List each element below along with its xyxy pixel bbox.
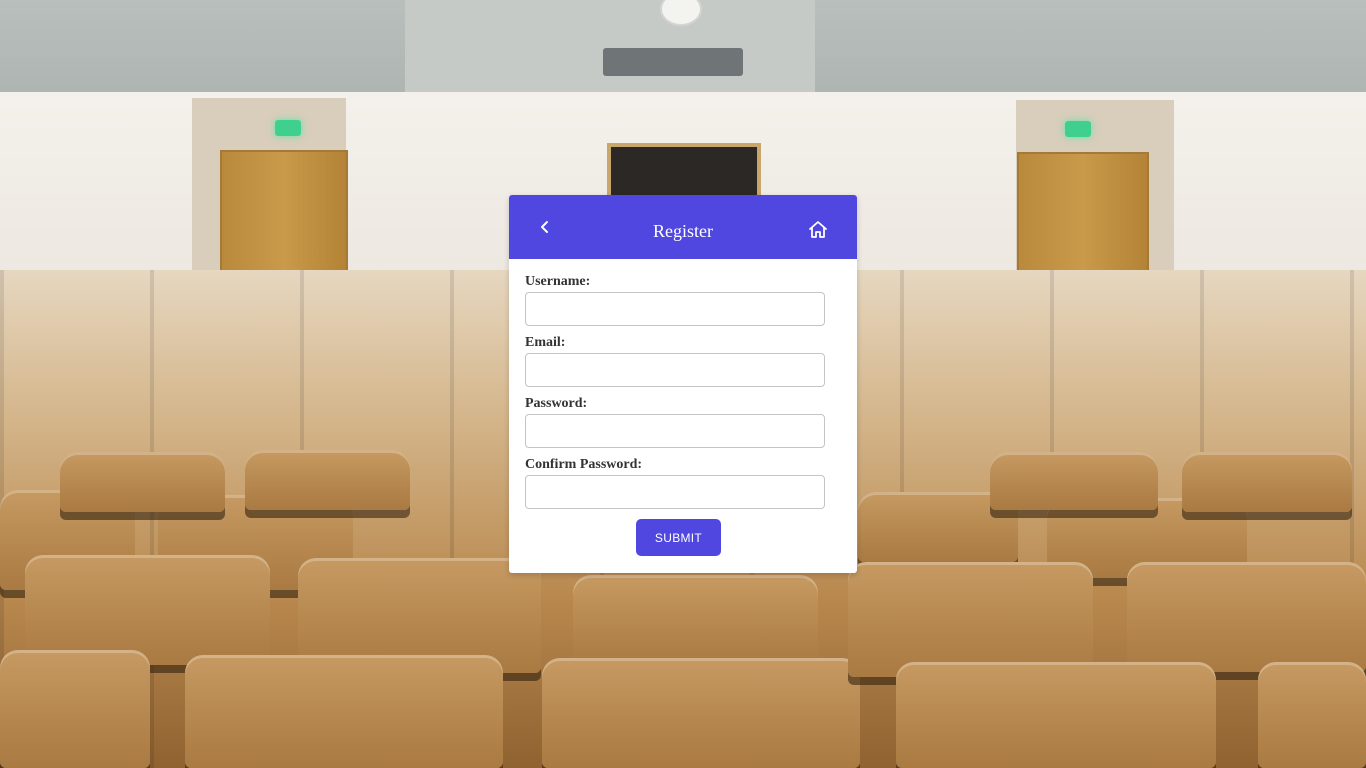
- username-label: Username:: [525, 274, 591, 289]
- home-icon: [809, 221, 827, 238]
- register-card: Register Username: Email: Password: Conf…: [509, 195, 857, 573]
- confirm-password-label: Confirm Password:: [525, 457, 643, 472]
- email-label: Email:: [525, 335, 566, 350]
- seat: [60, 452, 225, 512]
- confirm-password-input[interactable]: [525, 475, 825, 509]
- username-input[interactable]: [525, 292, 825, 326]
- password-label: Password:: [525, 396, 588, 411]
- left-exit-sign: [275, 120, 301, 136]
- seat: [573, 575, 818, 665]
- confirm-password-field-group: Confirm Password:: [525, 456, 825, 517]
- username-field-group: Username:: [525, 273, 825, 334]
- email-field-group: Email:: [525, 334, 825, 395]
- ceiling-panel: [405, 0, 815, 92]
- seat: [245, 450, 410, 510]
- seat: [1182, 452, 1352, 512]
- email-input[interactable]: [525, 353, 825, 387]
- card-header: Register: [509, 195, 857, 259]
- seat: [990, 452, 1158, 510]
- right-exit-sign: [1065, 121, 1091, 137]
- seat: [185, 655, 503, 768]
- submit-button[interactable]: SUBMIT: [636, 519, 721, 556]
- seat: [896, 662, 1216, 768]
- seat: [25, 555, 270, 665]
- password-field-group: Password:: [525, 395, 825, 456]
- seat: [1127, 562, 1366, 672]
- seat: [0, 650, 150, 768]
- projector: [603, 48, 743, 76]
- seat: [1258, 662, 1366, 768]
- register-form: Username: Email: Password: Confirm Passw…: [525, 273, 825, 517]
- seat: [542, 658, 860, 768]
- password-input[interactable]: [525, 414, 825, 448]
- home-button[interactable]: [805, 217, 831, 243]
- seat: [848, 562, 1093, 677]
